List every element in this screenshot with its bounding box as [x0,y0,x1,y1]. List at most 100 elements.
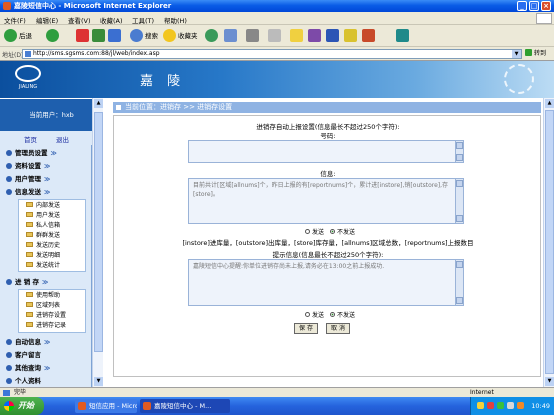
scroll-down-icon[interactable]: ▼ [545,377,554,386]
submenu-item[interactable]: 私人信箱 [26,221,60,231]
menu-customer-messages[interactable]: 客户留言 [6,349,41,361]
submenu-item[interactable]: 群群发送 [26,231,60,241]
submenu-item[interactable]: 进销存设置 [26,311,66,321]
save-button[interactable]: 保 存 [294,323,318,334]
submenu-item[interactable]: 区域列表 [26,301,60,311]
scroll-down-icon[interactable] [456,154,463,161]
menu-personal-data[interactable]: 个人资料 [6,375,41,387]
scroll-down-icon[interactable] [456,297,463,304]
close-button[interactable]: × [541,1,551,11]
number-textarea[interactable] [188,140,464,163]
tray-icon[interactable] [497,402,504,409]
menu-auto-info[interactable]: 自动信息 ≫ [6,336,50,348]
tray-icon[interactable] [517,402,524,409]
submenu-label: 群群发送 [36,232,61,239]
menu-tools[interactable]: 工具(T) [132,15,154,25]
research-icon[interactable] [326,29,339,42]
bluetooth-icon[interactable] [396,29,409,42]
page-scrollbar[interactable]: ▲ ▼ [543,98,554,387]
logout-link[interactable]: 退出 [56,134,69,144]
home-link[interactable]: 首页 [24,134,37,144]
radio-send[interactable] [305,312,311,317]
menu-view[interactable]: 查看(V) [68,15,91,25]
submenu-item[interactable]: 内部发送 [26,201,60,211]
addon-icon[interactable] [362,29,375,42]
scroll-up-icon[interactable] [456,142,463,149]
status-bar: 完毕 Internet [0,387,554,397]
scroll-down-icon[interactable] [456,215,463,222]
tray-icon[interactable] [477,402,484,409]
note-icon[interactable] [290,29,303,42]
folder-icon [26,232,33,237]
tool-icon[interactable] [344,29,357,42]
radio-send[interactable] [305,229,311,234]
textarea-scrollbar[interactable] [455,141,463,162]
cancel-button[interactable]: 取 消 [326,323,350,334]
info-textarea[interactable]: 目前共计[区域[allnums]个，昨日上报的有[reportnums]个，累计… [188,178,464,224]
favorites-button[interactable]: 收藏夹 [178,29,198,43]
textarea-scrollbar[interactable] [455,260,463,305]
print-icon[interactable] [246,29,259,42]
messenger-icon[interactable] [308,29,321,42]
globe-decoration-icon [504,64,534,94]
go-button[interactable]: 转到 [525,49,552,59]
minimize-button[interactable]: _ [517,1,527,11]
scroll-up-icon[interactable]: ▲ [545,99,554,108]
address-input[interactable]: http://sms.sgsms.com:88/jl/web/index.asp [22,49,522,59]
menu-edit[interactable]: 编辑(E) [36,15,58,25]
maximize-button[interactable]: □ [529,1,539,11]
menu-inventory[interactable]: 进 销 存 ≫ [6,276,48,288]
taskbar-task-jialing[interactable]: 嘉陵短信中心 - M... [140,399,230,413]
search-icon[interactable] [130,29,143,42]
start-button[interactable]: 开始 [0,397,44,415]
refresh-icon[interactable] [92,29,105,42]
scroll-thumb[interactable] [94,112,103,352]
menu-help[interactable]: 帮助(H) [164,15,187,25]
favorites-icon[interactable] [163,29,176,42]
scroll-down-icon[interactable]: ▼ [94,377,103,386]
folder-icon [26,252,33,257]
tray-icon[interactable] [507,402,514,409]
menu-label: 管理员设置 [15,149,48,157]
menu-admin-settings[interactable]: 管理员设置 ≫ [6,147,57,159]
address-label: 地址(D) [2,52,24,59]
menu-other-queries[interactable]: 其他查询 ≫ [6,362,50,374]
tray-icon[interactable] [487,402,494,409]
home-icon[interactable] [108,29,121,42]
submenu-item[interactable]: 使用帮助 [26,291,60,301]
menu-data-settings[interactable]: 资料设置 ≫ [6,160,50,172]
reminder-textarea[interactable]: 嘉陵短信中心提醒:你单位进销存尚未上报,请务必在13:00之前上报成功. [188,259,464,306]
sidebar-scrollbar[interactable]: ▲ ▼ [92,98,103,387]
radio-nosend[interactable] [329,312,335,317]
menu-file[interactable]: 文件(F) [4,15,26,25]
scroll-up-icon[interactable] [456,180,463,187]
taskbar-task-sms-app[interactable]: 短信应用 - Micro... [75,399,137,413]
stop-icon[interactable] [76,29,89,42]
search-button[interactable]: 搜索 [145,29,158,43]
submenu-item[interactable]: 进销存记录 [26,321,66,331]
textarea-scrollbar[interactable] [455,179,463,223]
submenu-item[interactable]: 发送统计 [26,261,60,271]
mail-icon[interactable] [224,29,237,42]
logo-text: JIALING [18,84,38,90]
system-tray: 10:49 [470,397,554,415]
history-icon[interactable] [205,29,218,42]
reminder-value: 嘉陵短信中心提醒:你单位进销存尚未上报,请务必在13:00之前上报成功. [193,263,385,270]
menu-message-send[interactable]: 信息发送 ≫ [6,186,50,198]
edit-icon[interactable] [268,29,281,42]
back-button[interactable]: 后退 [19,29,32,43]
menu-favorites[interactable]: 收藏(A) [100,15,123,25]
address-dropdown-icon[interactable]: ▼ [512,50,521,58]
scroll-up-icon[interactable]: ▲ [94,99,103,108]
submenu-item[interactable]: 发送明细 [26,251,60,261]
menu-user-management[interactable]: 用户管理 ≫ [6,173,50,185]
forward-icon[interactable] [46,29,59,42]
menu-label: 进 销 存 [15,278,40,286]
submenu-item[interactable]: 发送历史 [26,241,60,251]
security-zone: Internet [470,389,494,396]
scroll-up-icon[interactable] [456,261,463,268]
submenu-item[interactable]: 用户发送 [26,211,60,221]
radio-nosend[interactable] [329,229,335,234]
scroll-thumb[interactable] [545,110,554,374]
back-icon[interactable] [4,29,17,42]
